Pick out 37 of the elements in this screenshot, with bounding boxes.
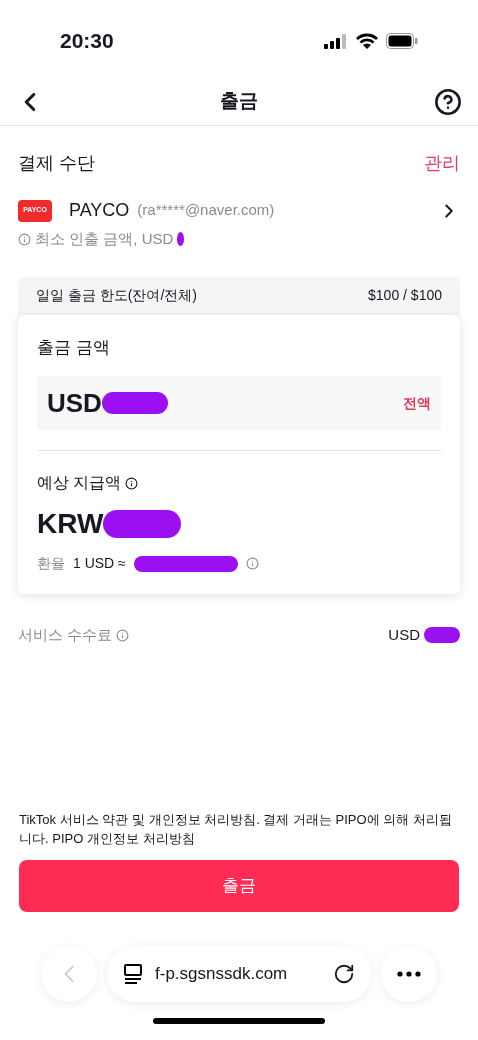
section-heading: 결제 수단 bbox=[18, 152, 95, 175]
signal-icon bbox=[324, 33, 348, 49]
fee-label: 서비스 수수료 bbox=[18, 625, 113, 645]
reader-icon bbox=[123, 963, 143, 985]
limit-value: $100 / $100 bbox=[368, 286, 442, 305]
address-bar[interactable]: f-p.sgsnssdk.com bbox=[107, 946, 371, 1002]
info-icon bbox=[116, 628, 130, 642]
rate-value: 1 USD ≈ bbox=[73, 554, 126, 573]
info-icon bbox=[245, 557, 259, 570]
amount-currency: USD bbox=[47, 386, 102, 420]
reload-icon bbox=[333, 963, 355, 985]
manage-link[interactable]: 관리 bbox=[424, 150, 460, 177]
amount-label: 출금 금액 bbox=[37, 336, 111, 359]
info-icon bbox=[125, 476, 139, 490]
amount-field[interactable]: USD 전액 bbox=[37, 376, 441, 430]
terms-text: TikTok 서비스 약관 및 개인정보 처리방침. 결제 거래는 PIPO에 의해 처리됩니다. PIPO 개인정보 처리방침 bbox=[19, 811, 453, 848]
rate-label: 환율 bbox=[37, 554, 65, 573]
status-time: 20:30 bbox=[60, 28, 114, 55]
method-name: PAYCO bbox=[69, 199, 130, 222]
redaction-mark bbox=[101, 392, 168, 414]
estimate-label: 예상 지급액 bbox=[37, 473, 122, 493]
minimum-note: 최소 인출 금액, USD bbox=[35, 229, 174, 249]
estimate-currency: KRW bbox=[37, 507, 104, 541]
redaction-mark bbox=[177, 232, 185, 247]
withdraw-button[interactable]: 출금 bbox=[19, 860, 459, 912]
wifi-icon bbox=[356, 33, 378, 49]
info-icon bbox=[18, 232, 31, 246]
more-icon bbox=[397, 971, 421, 977]
redaction-mark bbox=[424, 627, 460, 644]
fee-currency: USD bbox=[388, 625, 420, 645]
max-amount-button[interactable]: 전액 bbox=[403, 392, 431, 414]
battery-icon bbox=[386, 33, 418, 49]
url-text: f-p.sgsnssdk.com bbox=[155, 963, 288, 986]
account-email: (ra*****@naver.com) bbox=[137, 200, 275, 221]
limit-label: 일일 출금 한도(잔여/전체) bbox=[36, 286, 197, 305]
help-icon bbox=[434, 87, 462, 116]
page-title: 출금 bbox=[220, 89, 258, 114]
